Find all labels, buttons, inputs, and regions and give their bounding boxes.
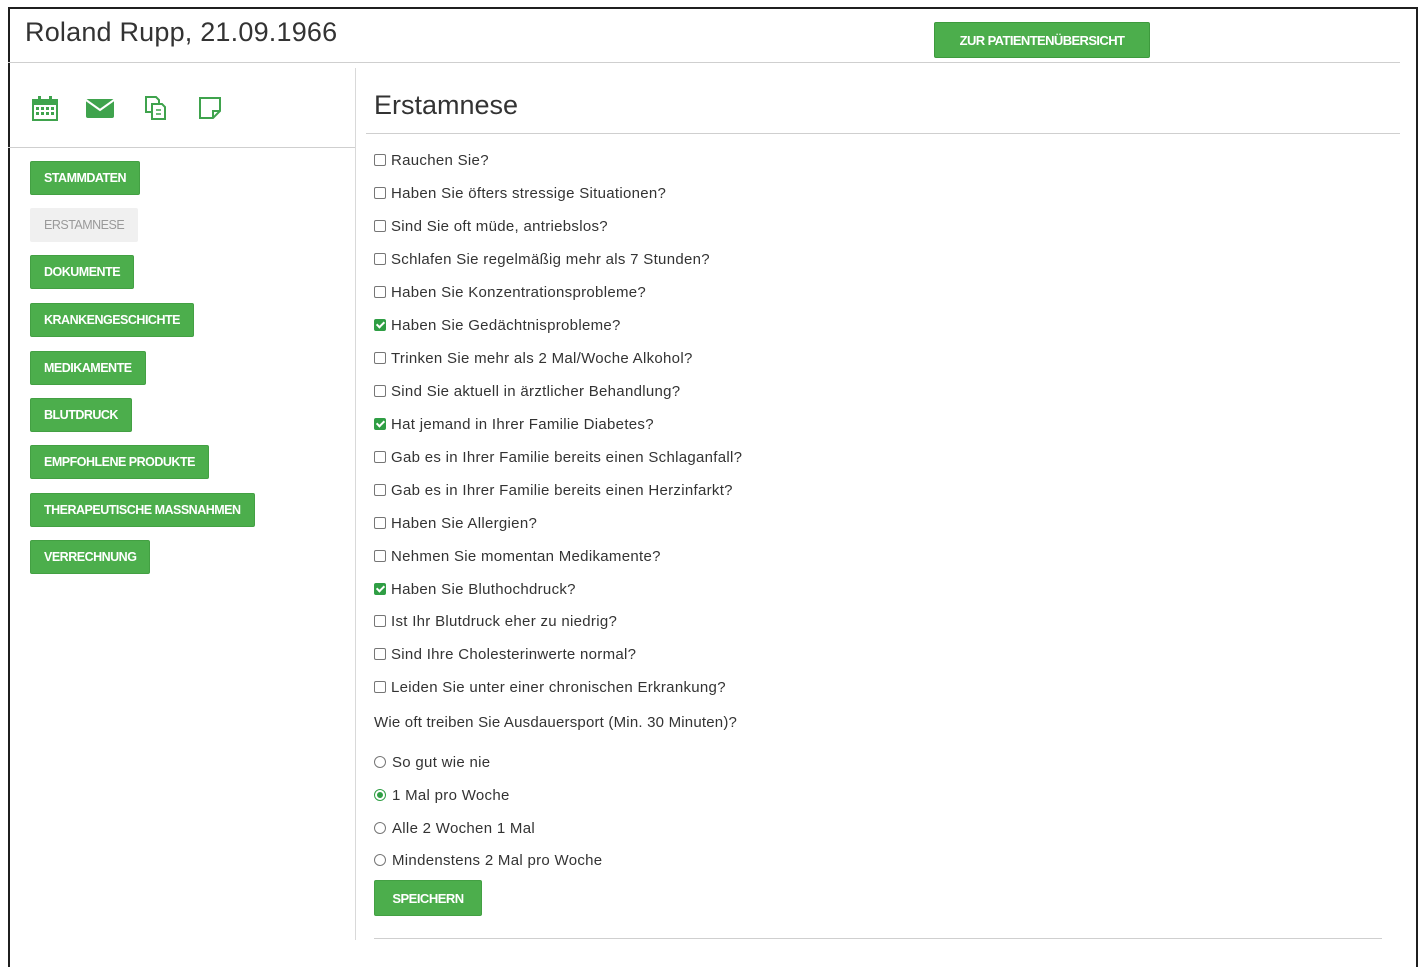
question-checkbox[interactable] <box>374 484 386 496</box>
question-label: Haben Sie Gedächtnisprobleme? <box>391 316 621 334</box>
question-checkbox[interactable] <box>374 385 386 397</box>
question-row[interactable]: Haben Sie Allergien? <box>374 513 537 533</box>
patient-overview-button[interactable]: ZUR PATIENTENÜBERSICHT <box>934 22 1150 58</box>
frequency-question-label: Wie oft treiben Sie Ausdauersport (Min. … <box>374 714 738 731</box>
frequency-radio[interactable] <box>374 854 386 866</box>
page-title: Erstamnese <box>374 90 519 120</box>
question-row[interactable]: Hat jemand in Ihrer Familie Diabetes? <box>374 414 654 434</box>
sidebar-item-therapeutische-massnahmen[interactable]: THERAPEUTISCHE MASSNAHMEN <box>30 493 255 527</box>
frequency-option-label: Mindenstens 2 Mal pro Woche <box>392 851 603 869</box>
question-row[interactable]: Gab es in Ihrer Familie bereits einen He… <box>374 480 733 500</box>
question-checkbox[interactable] <box>374 583 386 595</box>
question-checkbox[interactable] <box>374 319 386 331</box>
sidebar-divider <box>355 68 356 940</box>
question-checkbox[interactable] <box>374 550 386 562</box>
question-label: Sind Ihre Cholesterinwerte normal? <box>391 645 637 663</box>
question-row[interactable]: Haben Sie Konzentrationsprobleme? <box>374 282 646 302</box>
sidebar-item-dokumente[interactable]: DOKUMENTE <box>30 255 135 289</box>
sidebar-icon-bar <box>30 94 250 122</box>
question-label: Sind Sie oft müde, antriebslos? <box>391 217 608 235</box>
question-label: Trinken Sie mehr als 2 Mal/Woche Alkohol… <box>391 349 693 367</box>
question-checkbox[interactable] <box>374 517 386 529</box>
header-divider <box>8 62 1400 63</box>
question-row[interactable]: Haben Sie öfters stressige Situationen? <box>374 183 666 203</box>
sidebar-item-erstamnese[interactable]: ERSTAMNESE <box>30 208 139 242</box>
question-row[interactable]: Haben Sie Bluthochdruck? <box>374 579 576 599</box>
question-checkbox[interactable] <box>374 615 386 627</box>
sidebar-item-verrechnung[interactable]: VERRECHNUNG <box>30 540 151 574</box>
frequency-option[interactable]: 1 Mal pro Woche <box>374 785 510 805</box>
frequency-option[interactable]: Mindenstens 2 Mal pro Woche <box>374 850 602 870</box>
question-label: Ist Ihr Blutdruck eher zu niedrig? <box>391 612 618 630</box>
sidebar-item-krankengeschichte[interactable]: KRANKENGESCHICHTE <box>30 303 194 337</box>
patient-name: Roland Rupp, 21.09.1966 <box>25 17 338 47</box>
frequency-option[interactable]: Alle 2 Wochen 1 Mal <box>374 818 535 838</box>
question-checkbox[interactable] <box>374 681 386 693</box>
question-row[interactable]: Sind Ihre Cholesterinwerte normal? <box>374 644 636 664</box>
question-label: Haben Sie Konzentrationsprobleme? <box>391 283 647 301</box>
question-row[interactable]: Ist Ihr Blutdruck eher zu niedrig? <box>374 611 617 631</box>
question-checkbox[interactable] <box>374 352 386 364</box>
frequency-option-label: So gut wie nie <box>392 753 491 771</box>
question-checkbox[interactable] <box>374 418 386 430</box>
sidebar-item-stammdaten[interactable]: STAMMDATEN <box>30 161 141 195</box>
question-row[interactable]: Sind Sie oft müde, antriebslos? <box>374 216 608 236</box>
question-label: Schlafen Sie regelmäßig mehr als 7 Stund… <box>391 250 710 268</box>
question-label: Haben Sie Bluthochdruck? <box>391 580 576 598</box>
question-row[interactable]: Schlafen Sie regelmäßig mehr als 7 Stund… <box>374 249 710 269</box>
question-checkbox[interactable] <box>374 220 386 232</box>
question-row[interactable]: Gab es in Ihrer Familie bereits einen Sc… <box>374 447 742 467</box>
question-checkbox[interactable] <box>374 253 386 265</box>
question-label: Hat jemand in Ihrer Familie Diabetes? <box>391 415 654 433</box>
frequency-option[interactable]: So gut wie nie <box>374 752 490 772</box>
frequency-radio[interactable] <box>374 789 386 801</box>
question-row[interactable]: Trinken Sie mehr als 2 Mal/Woche Alkohol… <box>374 348 693 368</box>
frequency-option-label: 1 Mal pro Woche <box>392 786 510 804</box>
frequency-radio[interactable] <box>374 756 386 768</box>
copy-icon[interactable] <box>140 94 170 122</box>
question-row[interactable]: Haben Sie Gedächtnisprobleme? <box>374 315 621 335</box>
sidebar-item-medikamente[interactable]: MEDIKAMENTE <box>30 351 146 385</box>
frequency-radio[interactable] <box>374 822 386 834</box>
save-button[interactable]: SPEICHERN <box>374 880 482 916</box>
question-checkbox[interactable] <box>374 286 386 298</box>
calendar-icon[interactable] <box>30 94 60 122</box>
sidebar-icon-divider <box>8 147 355 148</box>
question-label: Haben Sie Allergien? <box>391 514 538 532</box>
question-checkbox[interactable] <box>374 187 386 199</box>
question-row[interactable]: Sind Sie aktuell in ärztlicher Behandlun… <box>374 381 680 401</box>
footer-divider <box>374 938 1382 939</box>
frequency-option-label: Alle 2 Wochen 1 Mal <box>392 819 535 837</box>
question-checkbox[interactable] <box>374 648 386 660</box>
question-checkbox[interactable] <box>374 154 386 166</box>
question-checkbox[interactable] <box>374 451 386 463</box>
envelope-icon[interactable] <box>85 94 115 122</box>
title-divider <box>366 133 1400 134</box>
question-label: Nehmen Sie momentan Medikamente? <box>391 547 661 565</box>
question-label: Gab es in Ihrer Familie bereits einen He… <box>391 481 733 499</box>
note-icon[interactable] <box>195 94 225 122</box>
question-row[interactable]: Nehmen Sie momentan Medikamente? <box>374 546 661 566</box>
sidebar-item-blutdruck[interactable]: BLUTDRUCK <box>30 398 132 432</box>
question-label: Sind Sie aktuell in ärztlicher Behandlun… <box>391 382 681 400</box>
sidebar-item-empfohlene-produkte[interactable]: EMPFOHLENE PRODUKTE <box>30 445 209 479</box>
question-row[interactable]: Rauchen Sie? <box>374 150 489 170</box>
question-label: Haben Sie öfters stressige Situationen? <box>391 184 667 202</box>
question-label: Rauchen Sie? <box>391 151 489 169</box>
question-label: Leiden Sie unter einer chronischen Erkra… <box>391 678 726 696</box>
question-row[interactable]: Leiden Sie unter einer chronischen Erkra… <box>374 677 726 697</box>
question-label: Gab es in Ihrer Familie bereits einen Sc… <box>391 448 743 466</box>
